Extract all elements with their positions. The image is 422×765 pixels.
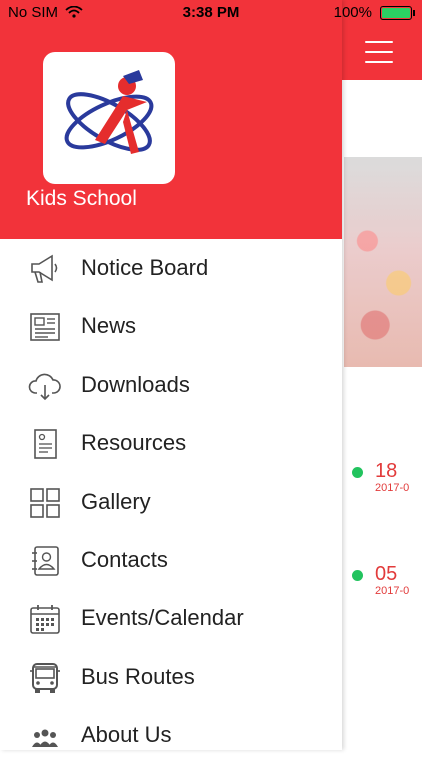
menu-item-label: Resources	[81, 430, 187, 456]
menu-item-label: Gallery	[81, 488, 151, 514]
address-book-icon	[32, 546, 59, 576]
menu-item-label: Notice Board	[81, 255, 209, 280]
battery-percent: 100%	[333, 4, 372, 21]
event-date: 2017-0	[375, 482, 410, 494]
event-status-dot	[352, 570, 363, 581]
menu-item-notice-board[interactable]: Notice Board	[0, 239, 342, 297]
document-icon	[34, 429, 57, 459]
school-logo	[43, 52, 175, 184]
megaphone-icon	[31, 254, 58, 283]
menu-item-label: Contacts	[81, 546, 168, 572]
bus-icon	[30, 662, 60, 693]
menu-item-about-us[interactable]: About Us	[0, 706, 342, 764]
event-day: 18	[375, 460, 398, 482]
menu-item-contacts[interactable]: Contacts	[0, 531, 342, 589]
cloud-download-icon	[28, 373, 61, 400]
menu-item-bus-routes[interactable]: Bus Routes	[0, 648, 342, 706]
drawer-menu: Notice Board News Downloads Resources Ga…	[0, 239, 342, 765]
event-day: 05	[375, 563, 398, 585]
event-date: 2017-0	[375, 585, 410, 597]
status-bar: No SIM 3:38 PM 100%	[0, 0, 422, 26]
menu-item-events-calendar[interactable]: Events/Calendar	[0, 589, 342, 647]
group-icon	[32, 729, 58, 748]
menu-item-label: News	[81, 313, 137, 339]
grid-icon	[30, 487, 60, 518]
school-name: Kids School	[26, 187, 137, 210]
menu-item-label: About Us	[81, 722, 172, 748]
menu-item-label: Bus Routes	[81, 663, 195, 689]
battery-icon	[380, 6, 415, 20]
menu-item-label: Events/Calendar	[81, 605, 244, 631]
navigation-drawer: Kids School Notice Board News Downloads …	[0, 0, 342, 750]
menu-item-label: Downloads	[81, 371, 190, 397]
featured-photo[interactable]	[344, 157, 422, 367]
hamburger-menu-icon[interactable]	[365, 41, 393, 63]
menu-item-news[interactable]: News	[0, 297, 342, 355]
menu-item-gallery[interactable]: Gallery	[0, 473, 342, 531]
menu-item-resources[interactable]: Resources	[0, 414, 342, 472]
drawer-header: Kids School	[0, 0, 342, 239]
newspaper-icon	[30, 313, 60, 342]
calendar-icon	[30, 605, 60, 635]
event-status-dot	[352, 467, 363, 478]
menu-item-downloads[interactable]: Downloads	[0, 356, 342, 414]
